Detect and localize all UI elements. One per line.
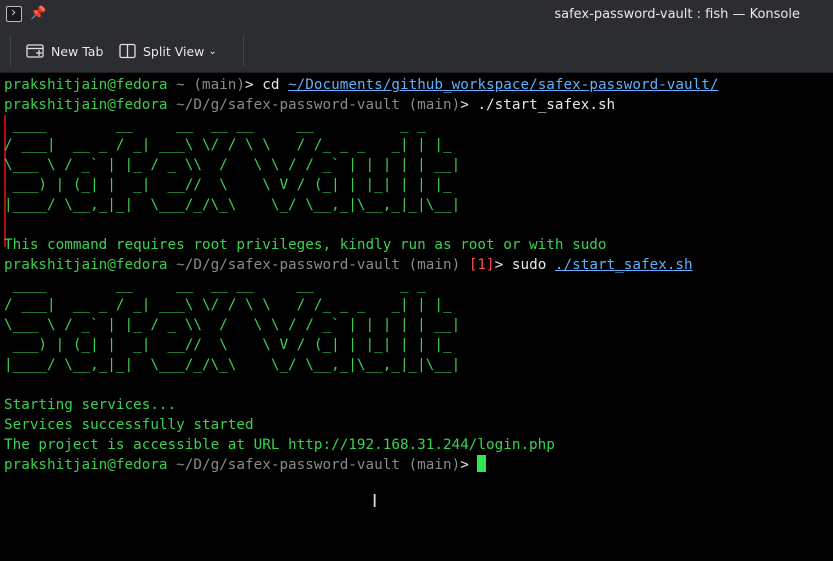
mouse-ibeam-icon: I bbox=[372, 491, 378, 512]
terminal-line: prakshitjain@fedora ~ (main)> cd ~/Docum… bbox=[4, 77, 719, 93]
ascii-banner-line: ___) | (_| | _| __// \ \ V / (_| | |_| |… bbox=[4, 337, 452, 353]
pin-icon[interactable]: 📌 bbox=[30, 6, 46, 22]
toolbar-separator bbox=[243, 36, 244, 66]
ascii-banner-line: / ___| __ _ / _| ___\ \/ / \ \ / /_ _ _ … bbox=[4, 137, 452, 153]
ascii-banner-line: ____ __ __ __ __ __ _ _ bbox=[4, 277, 426, 293]
new-tab-label: New Tab bbox=[51, 43, 104, 59]
project-url-message: The project is accessible at URL http://… bbox=[4, 437, 555, 453]
terminal-app-icon[interactable] bbox=[6, 6, 22, 22]
ascii-banner-line: |____/ \__,_|_| \___/_/\_\ \_/ \__,_|\__… bbox=[4, 357, 461, 373]
toolbar: New Tab Split View ⌄ bbox=[0, 30, 833, 73]
terminal-line: prakshitjain@fedora ~/D/g/safex-password… bbox=[4, 97, 616, 113]
ascii-banner-line: \___ \ / _` | |_ / _ \\ / \ \ / / _` | |… bbox=[4, 157, 461, 173]
ascii-banner-line: / ___| __ _ / _| ___\ \/ / \ \ / /_ _ _ … bbox=[4, 297, 452, 313]
split-view-label: Split View bbox=[143, 43, 205, 59]
split-view-icon bbox=[119, 43, 136, 59]
ascii-banner-line: |____/ \__,_|_| \___/_/\_\ \_/ \__,_|\__… bbox=[4, 197, 461, 213]
services-started-message: Services successfully started bbox=[4, 417, 254, 433]
ascii-banner-line: ___) | (_| | _| __// \ \ V / (_| | |_| |… bbox=[4, 177, 452, 193]
new-tab-icon bbox=[26, 44, 44, 58]
toolbar-separator bbox=[10, 36, 11, 66]
terminal-line: prakshitjain@fedora ~/D/g/safex-password… bbox=[4, 455, 487, 475]
split-view-button[interactable]: Split View ⌄ bbox=[119, 41, 217, 61]
terminal-area[interactable]: prakshitjain@fedora ~ (main)> cd ~/Docum… bbox=[0, 73, 833, 561]
title-bar: 📌 safex-password-vault : fish — Konsole bbox=[0, 0, 833, 30]
ascii-banner-line: \___ \ / _` | |_ / _ \\ / \ \ / / _` | |… bbox=[4, 317, 461, 333]
chevron-down-icon[interactable]: ⌄ bbox=[208, 46, 216, 57]
new-tab-button[interactable]: New Tab bbox=[26, 41, 103, 61]
window-title: safex-password-vault : fish — Konsole bbox=[554, 7, 800, 22]
text-cursor bbox=[477, 455, 487, 472]
starting-services-message: Starting services... bbox=[4, 397, 177, 413]
terminal-line: prakshitjain@fedora ~/D/g/safex-password… bbox=[4, 257, 693, 273]
root-required-message: This command requires root privileges, k… bbox=[4, 237, 607, 253]
ascii-banner-line: ____ __ __ __ __ __ _ _ bbox=[4, 117, 426, 133]
